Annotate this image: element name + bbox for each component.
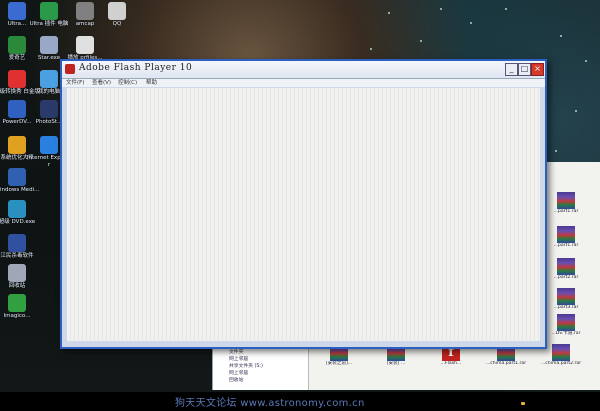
- flash-player-window[interactable]: Adobe Flash Player 10 _ □ × 文件(F) 查看(V) …: [60, 59, 547, 349]
- file-item[interactable]: ...part1.rar: [543, 192, 589, 215]
- menu-control[interactable]: 控制(C): [118, 79, 137, 87]
- app-icon: [8, 2, 26, 20]
- desktop-icon[interactable]: 播放 prfiles...: [62, 36, 108, 62]
- desktop-icon-label: 超级 DVD.exe: [0, 219, 36, 225]
- menu-bar: 文件(F) 查看(V) 控制(C) 帮助: [62, 79, 545, 87]
- convert-icon: [8, 70, 26, 88]
- rar-icon: [557, 314, 575, 331]
- menu-file[interactable]: 文件(F): [66, 79, 84, 87]
- optimize-icon: [8, 136, 26, 154]
- app-icon: [40, 2, 58, 20]
- tree-item[interactable]: 文件夹: [213, 349, 308, 356]
- file-item[interactable]: ...part2.rar: [543, 258, 589, 281]
- wmp-icon: [8, 168, 26, 186]
- tree-item[interactable]: 网上邻居: [213, 356, 308, 363]
- watermark: 狗天天文论坛 www.astronomy.com.cn: [175, 398, 365, 409]
- recycle-bin-icon: [8, 264, 26, 282]
- dvd-icon: [8, 200, 26, 218]
- close-button[interactable]: ×: [531, 63, 544, 76]
- antivirus-icon: [8, 234, 26, 252]
- desktop-icon-label: Imagico...: [3, 313, 31, 319]
- tree-item[interactable]: 共享文件夹 (S:): [213, 363, 308, 370]
- desktop-icon-label: 回收站: [8, 283, 26, 289]
- camera-icon: [76, 2, 94, 20]
- desktop-icon-label: QQ: [112, 21, 122, 27]
- desktop-icon[interactable]: 回收站: [0, 264, 40, 290]
- window-title: Adobe Flash Player 10: [79, 63, 193, 73]
- desktop-background: Ultra... Ultra 插件 电脑 amcap QQ 爱奇艺 Star.exe 播放 …: [0, 0, 600, 392]
- photo-icon: [40, 100, 58, 118]
- imagico-icon: [8, 294, 26, 312]
- rar-icon: [557, 288, 575, 305]
- flash-content-area[interactable]: [67, 88, 540, 341]
- power-led: [521, 402, 525, 405]
- media-icon: [76, 36, 94, 54]
- desktop-icon-label: Windows Medi...: [0, 187, 40, 193]
- desktop-icon-label: 江民杀毒软件: [0, 253, 34, 259]
- desktop-icon[interactable]: Imagico...: [0, 294, 40, 320]
- title-bar[interactable]: Adobe Flash Player 10 _ □ ×: [62, 61, 545, 79]
- menu-help[interactable]: 帮助: [146, 79, 157, 87]
- file-item[interactable]: ...part3.rar: [543, 288, 589, 311]
- qq-icon: [108, 2, 126, 20]
- ie-icon: [40, 136, 58, 154]
- tree-item[interactable]: 网上邻居: [213, 370, 308, 377]
- rar-icon: [557, 192, 575, 209]
- tree-item[interactable]: 回收站: [213, 377, 308, 384]
- file-item[interactable]: ...part1.rar: [543, 226, 589, 249]
- computer-icon: [40, 70, 58, 88]
- desktop-icon[interactable]: Windows Medi...: [0, 168, 40, 194]
- flash-app-icon: [65, 64, 75, 74]
- desktop-icon[interactable]: 江民杀毒软件: [0, 234, 40, 260]
- star-icon: [40, 36, 58, 54]
- desktop-icon[interactable]: 超级 DVD.exe: [0, 200, 40, 226]
- minimize-button[interactable]: _: [505, 63, 518, 76]
- rar-icon: [552, 344, 570, 361]
- menu-view[interactable]: 查看(V): [92, 79, 111, 87]
- rar-icon: [557, 226, 575, 243]
- powerdvd-icon: [8, 100, 26, 118]
- file-item[interactable]: ...Dv.卡道.rar: [543, 314, 589, 337]
- app-icon: [8, 36, 26, 54]
- desktop-icon[interactable]: QQ: [94, 2, 140, 28]
- rar-icon: [557, 258, 575, 275]
- maximize-button[interactable]: □: [518, 63, 531, 76]
